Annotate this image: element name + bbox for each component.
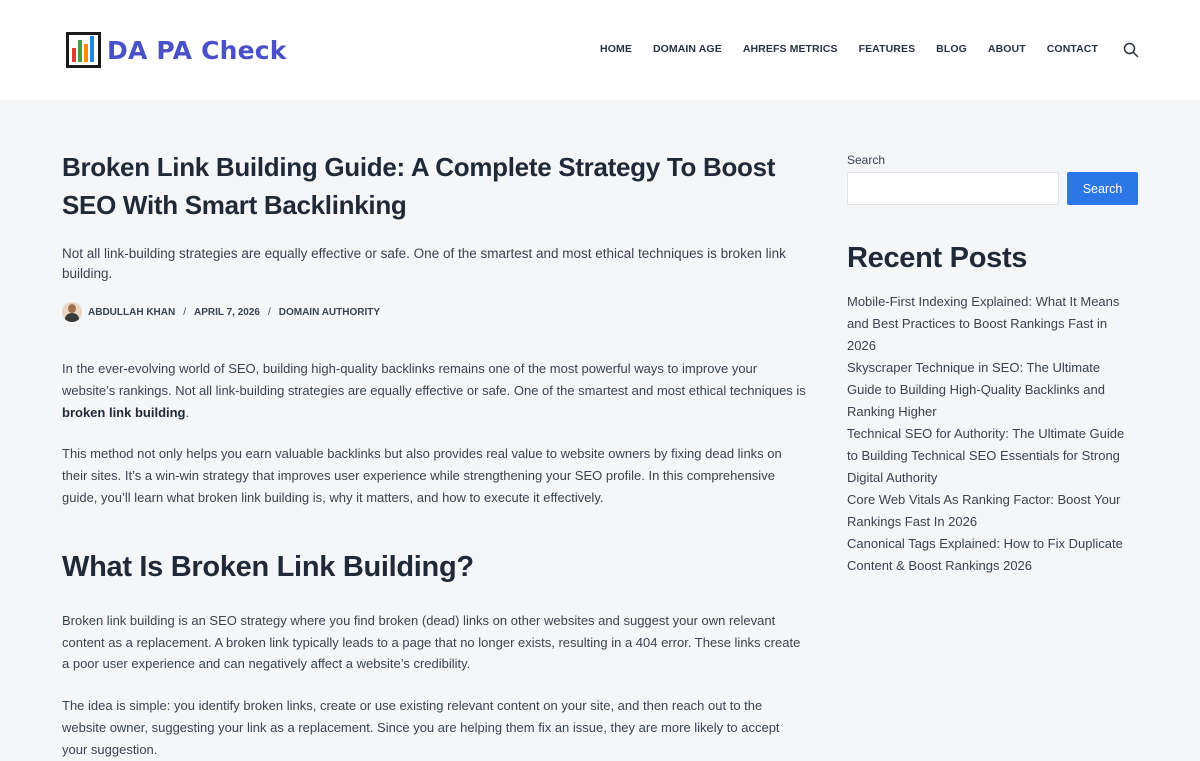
recent-posts-list: Mobile-First Indexing Explained: What It…	[847, 291, 1138, 577]
author-avatar[interactable]	[62, 302, 82, 322]
paragraph: The idea is simple: you identify broken …	[62, 698, 780, 757]
bold-term: broken link building	[62, 404, 186, 420]
nav-contact[interactable]: CONTACT	[1047, 43, 1098, 55]
recent-post-link[interactable]: Core Web Vitals As Ranking Factor: Boost…	[847, 489, 1138, 533]
search-label: Search	[847, 153, 886, 167]
paragraph: Broken link building is an SEO strategy …	[62, 612, 801, 672]
recent-post-link[interactable]: Technical SEO for Authority: The Ultimat…	[847, 423, 1138, 489]
recent-post-link[interactable]: Skyscraper Technique in SEO: The Ultimat…	[847, 357, 1138, 423]
meta-separator: /	[183, 306, 186, 318]
main-nav: HOME DOMAIN AGE AHREFS METRICS FEATURES …	[579, 43, 1098, 55]
site-logo[interactable]: DA PA Check	[66, 32, 287, 68]
search-button[interactable]: Search	[1067, 172, 1138, 205]
recent-posts-heading: Recent Posts	[847, 242, 1028, 274]
nav-ahrefs-metrics[interactable]: AHREFS METRICS	[743, 43, 838, 55]
nav-domain-age[interactable]: DOMAIN AGE	[653, 43, 722, 55]
bar-chart-logo-icon	[66, 32, 101, 68]
search-form: Search	[847, 172, 1138, 205]
nav-about[interactable]: ABOUT	[988, 43, 1026, 55]
logo-text: DA PA Check	[107, 35, 287, 65]
article-title: Broken Link Building Guide: A Complete S…	[62, 152, 776, 220]
article-excerpt: Not all link-building strategies are equ…	[62, 246, 786, 281]
nav-blog[interactable]: BLOG	[936, 43, 967, 55]
nav-home[interactable]: HOME	[600, 43, 632, 55]
section-heading: What Is Broken Link Building?	[62, 550, 474, 583]
article-meta: ABDULLAH KHAN / APRIL 7, 2026 / DOMAIN A…	[62, 302, 807, 322]
search-icon[interactable]	[1123, 42, 1139, 58]
paragraph: This method not only helps you earn valu…	[62, 446, 782, 505]
post-category[interactable]: DOMAIN AUTHORITY	[279, 307, 380, 318]
article: Broken Link Building Guide: A Complete S…	[62, 148, 807, 761]
sidebar: Search Search Recent Posts Mobile-First …	[847, 153, 1138, 577]
nav-features[interactable]: FEATURES	[859, 43, 916, 55]
author-name[interactable]: ABDULLAH KHAN	[88, 307, 175, 318]
meta-separator: /	[267, 306, 271, 318]
search-input[interactable]	[847, 172, 1059, 205]
recent-post-link[interactable]: Mobile-First Indexing Explained: What It…	[847, 291, 1138, 357]
post-date: APRIL 7, 2026	[194, 306, 260, 318]
site-header: DA PA Check HOME DOMAIN AGE AHREFS METRI…	[0, 0, 1200, 100]
paragraph-intro: In the ever-evolving world of SEO, build…	[62, 361, 806, 420]
recent-post-link[interactable]: Canonical Tags Explained: How to Fix Dup…	[847, 533, 1138, 577]
